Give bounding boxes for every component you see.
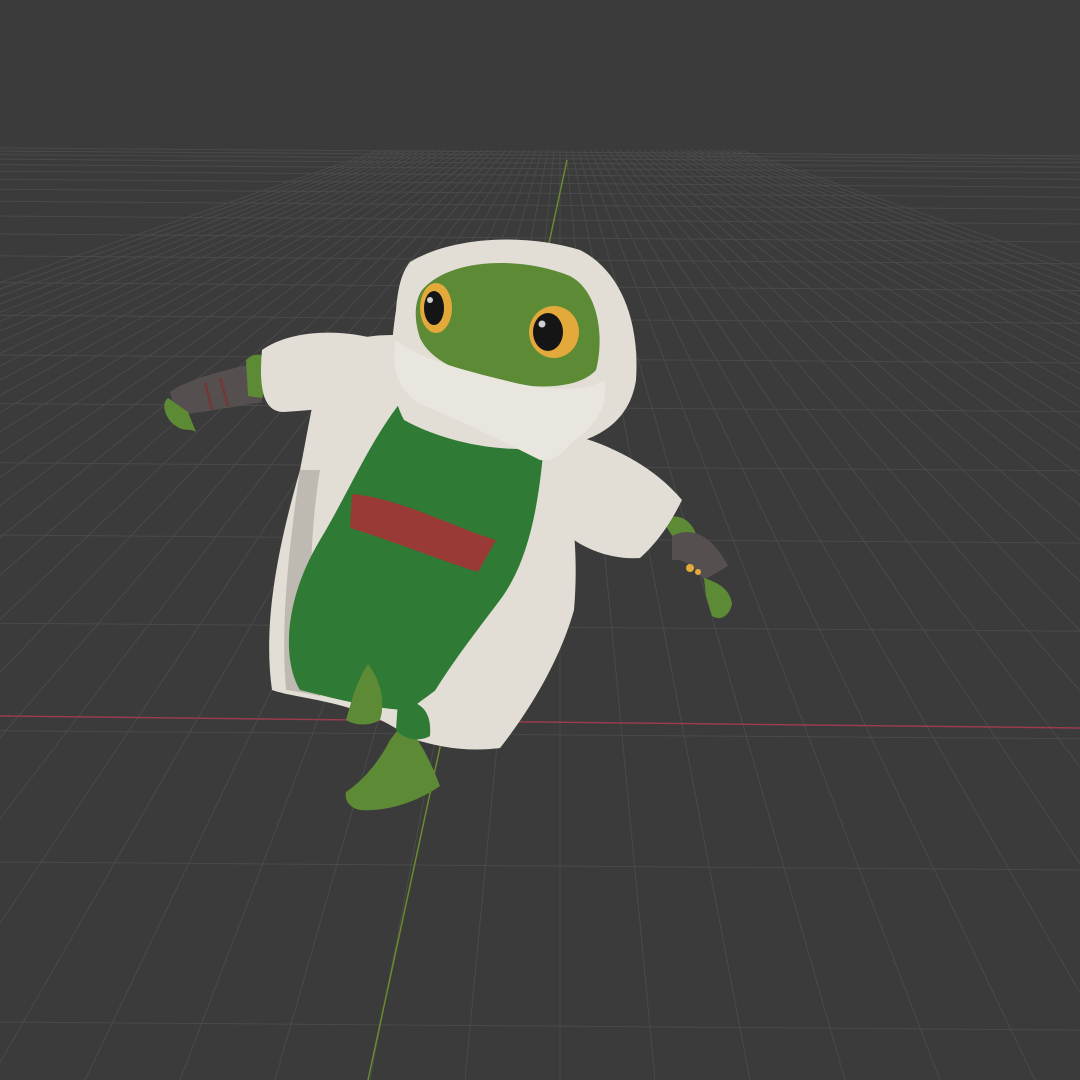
viewport-scene[interactable] (0, 0, 1080, 1080)
left-eye (420, 283, 452, 333)
3d-viewport[interactable] (0, 0, 1080, 1080)
right-eye (529, 306, 579, 358)
